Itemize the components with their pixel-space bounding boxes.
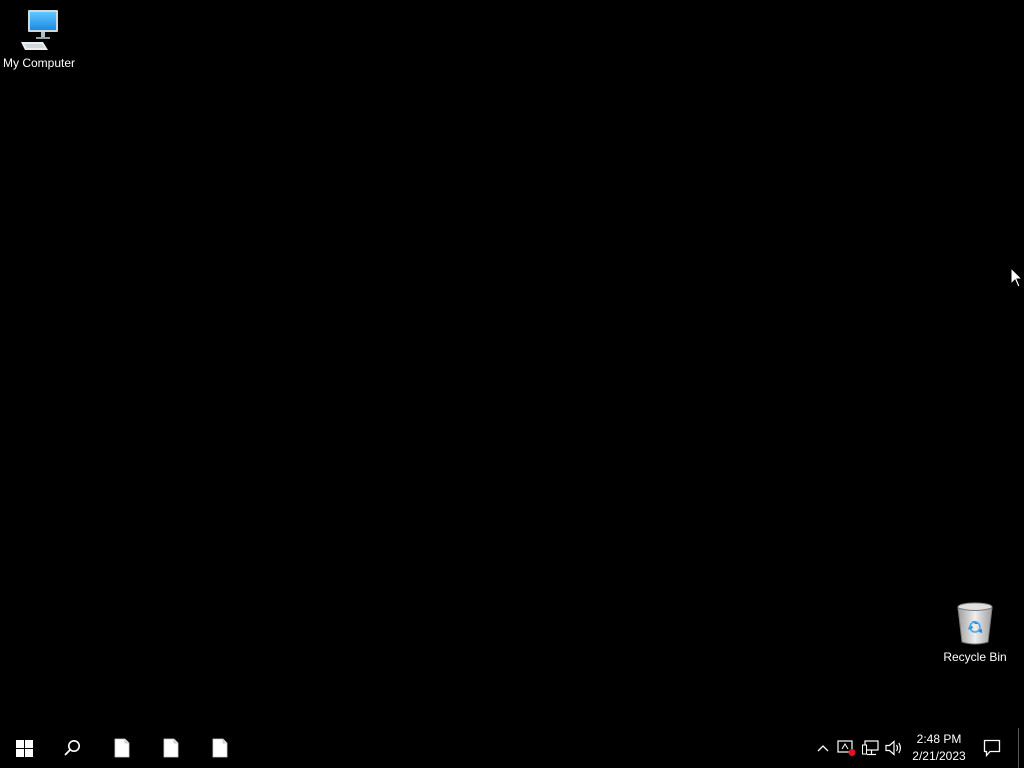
tray-network[interactable] — [860, 728, 882, 768]
action-center-button[interactable] — [976, 728, 1008, 768]
search-button[interactable] — [48, 728, 96, 768]
blank-document-icon — [163, 738, 179, 758]
taskbar: 2:48 PM 2/21/2023 — [0, 728, 1024, 768]
windows-logo-icon — [15, 739, 33, 757]
show-desktop-button[interactable] — [1018, 728, 1019, 768]
computer-monitor-icon — [21, 10, 58, 50]
tray-volume[interactable] — [883, 728, 905, 768]
device-warning-icon — [837, 740, 856, 756]
volume-icon — [885, 740, 901, 756]
show-hidden-icons-button[interactable] — [812, 728, 834, 768]
start-button[interactable] — [0, 728, 48, 768]
desktop-icon-recycle-bin[interactable]: Recycle Bin — [936, 600, 1014, 664]
desktop[interactable]: My Computer Recycle Bin — [0, 0, 1024, 728]
desktop-icon-label: Recycle Bin — [943, 650, 1007, 664]
desktop-icon-label: My Computer — [2, 56, 76, 70]
taskbar-item-document-2[interactable] — [147, 728, 195, 768]
recycle-bin-icon — [957, 602, 993, 645]
mouse-pointer-icon — [1010, 267, 1024, 288]
blank-document-icon — [114, 738, 130, 758]
clock-date: 2/21/2023 — [912, 749, 966, 763]
taskbar-item-document-1[interactable] — [98, 728, 146, 768]
search-icon — [64, 740, 80, 756]
chevron-up-icon — [817, 745, 829, 752]
taskbar-clock[interactable]: 2:48 PM 2/21/2023 — [908, 728, 970, 768]
notification-icon — [983, 739, 1001, 757]
network-icon — [862, 740, 879, 756]
clock-time: 2:48 PM — [916, 732, 962, 746]
taskbar-item-document-3[interactable] — [196, 728, 244, 768]
desktop-icon-my-computer[interactable]: My Computer — [0, 6, 78, 70]
tray-device-status[interactable] — [835, 728, 859, 768]
blank-document-icon — [212, 738, 228, 758]
